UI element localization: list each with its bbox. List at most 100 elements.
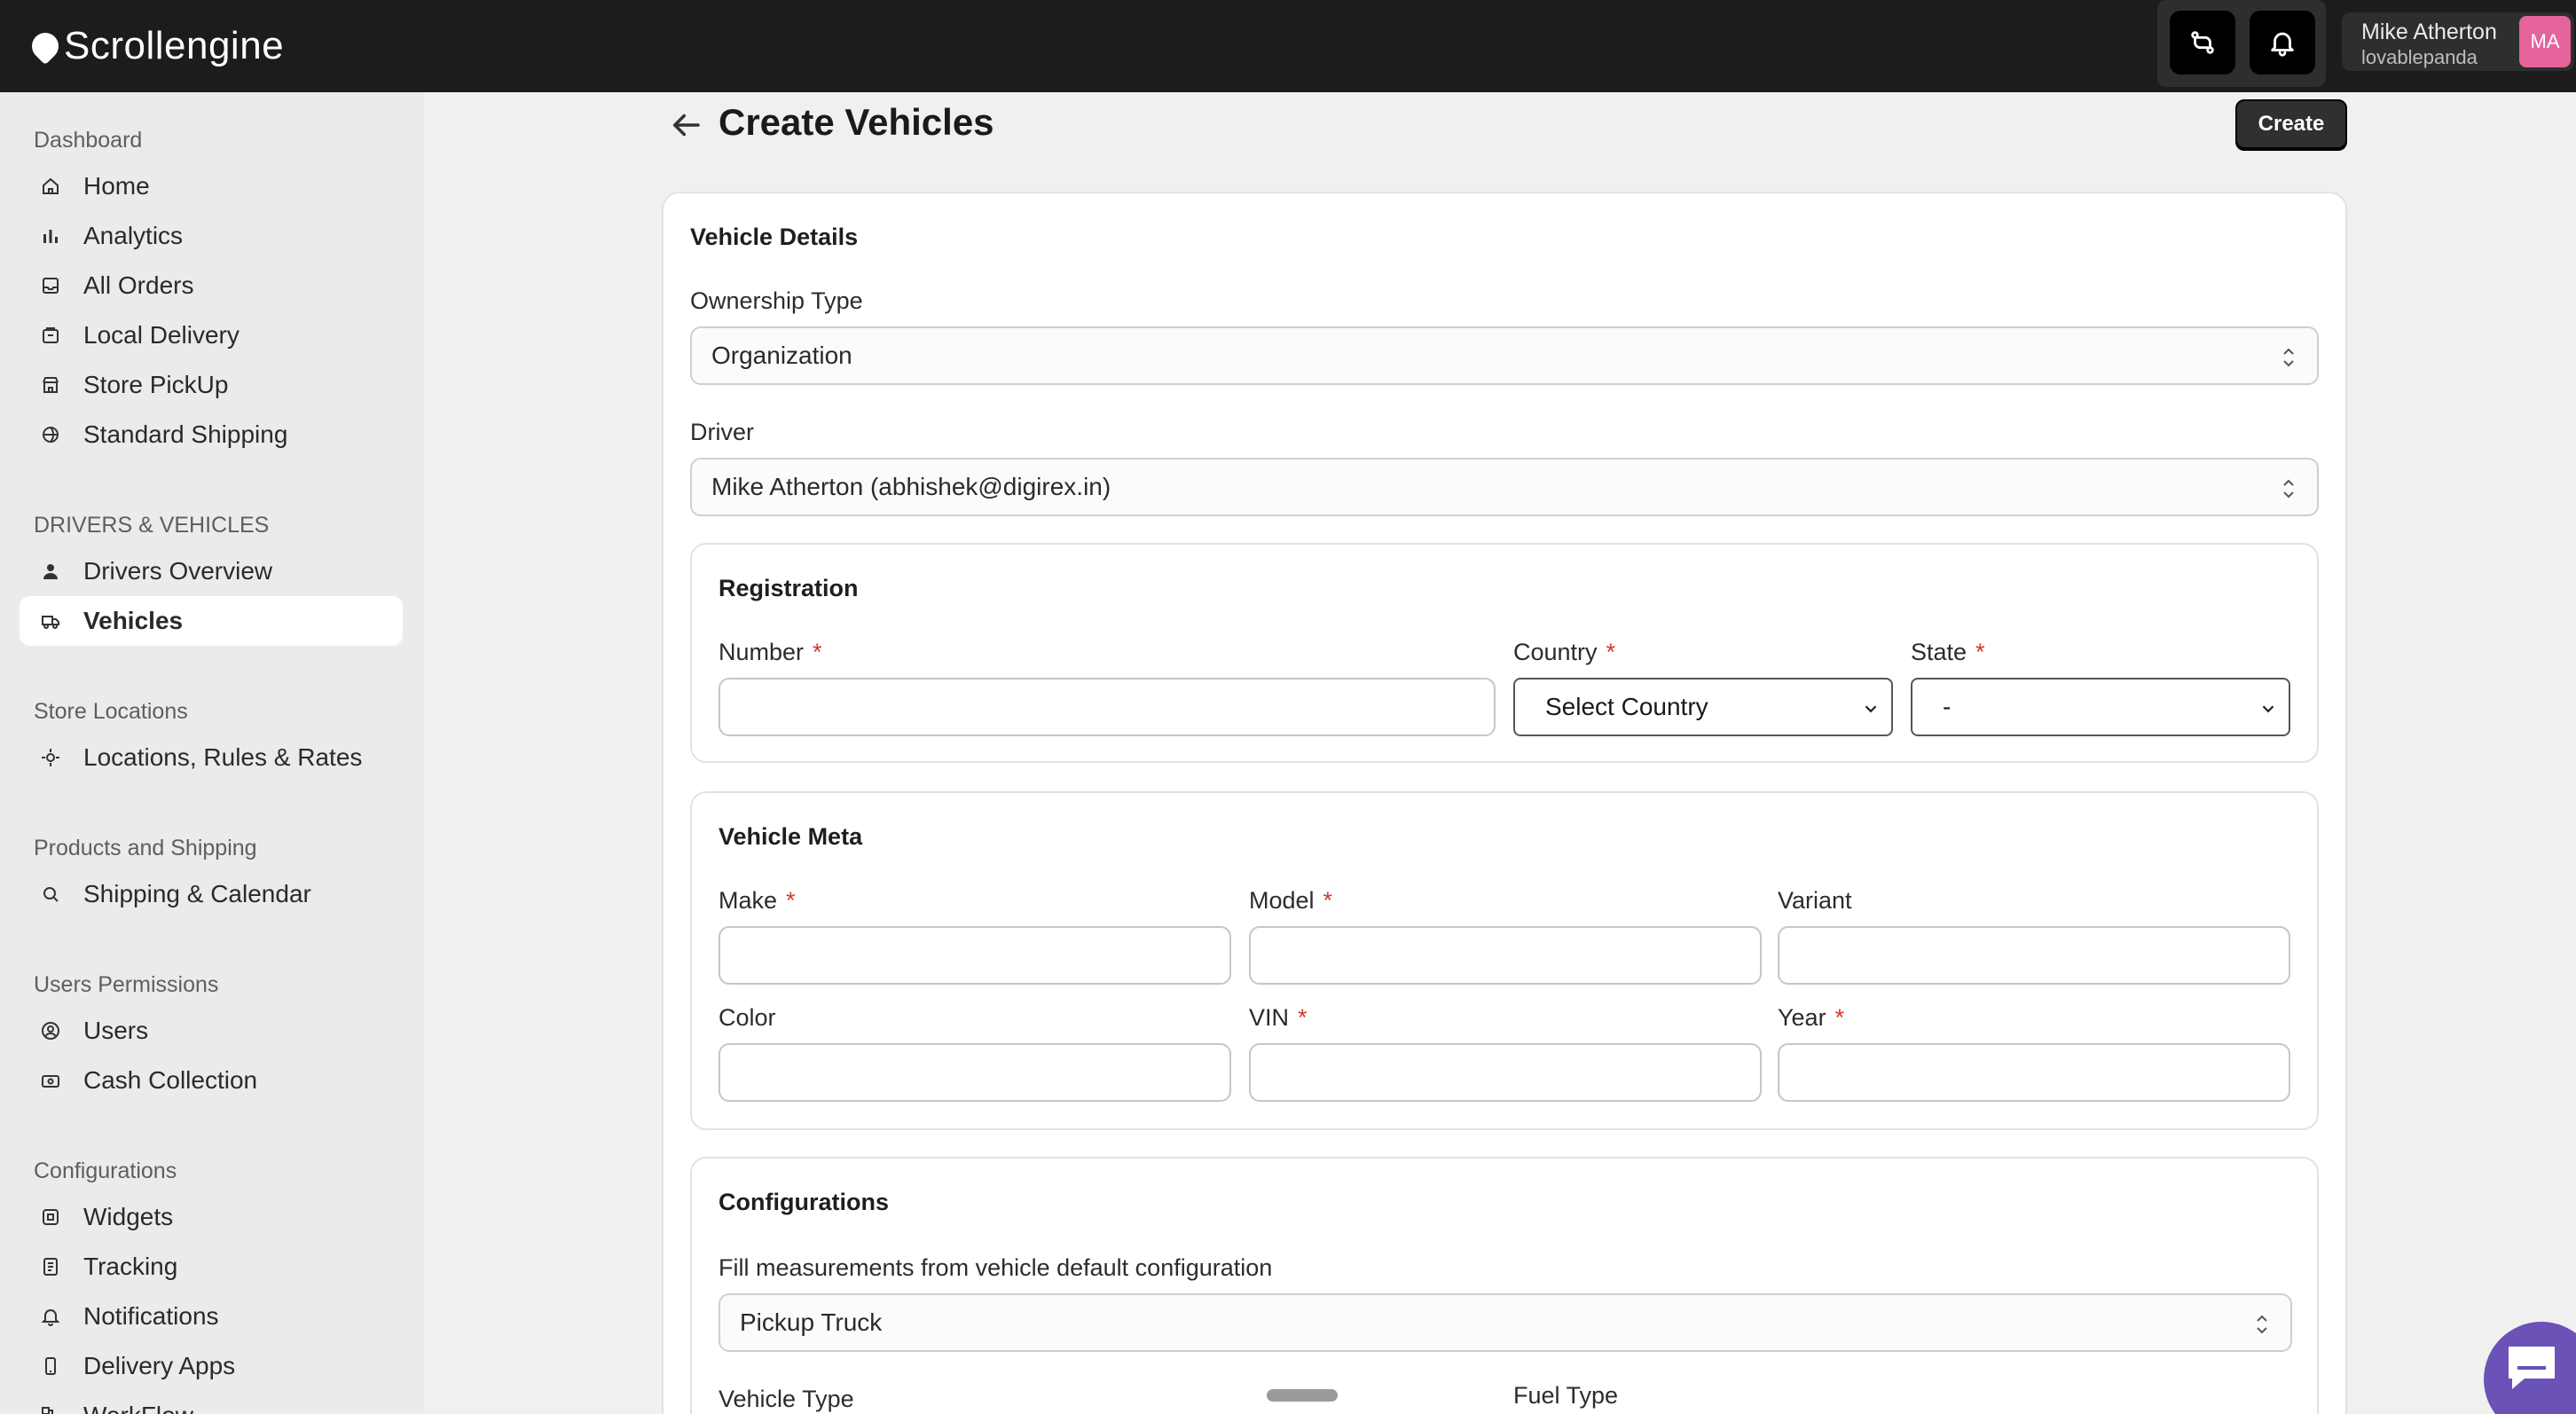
sidebar-section-title: Dashboard (34, 128, 143, 153)
sidebar-section-title: Products and Shipping (34, 836, 257, 860)
user-icon (39, 560, 62, 583)
cash-icon (39, 1069, 62, 1092)
default-configuration-value: Pickup Truck (740, 1308, 883, 1336)
vehicle-details-heading: Vehicle Details (690, 224, 859, 250)
sidebar-item-all-orders[interactable]: All Orders (20, 261, 403, 310)
state-select[interactable]: - (1911, 678, 2290, 736)
sidebar-item-label: Users (83, 1017, 149, 1044)
sidebar-item-label: Notifications (83, 1302, 219, 1330)
avatar[interactable]: MA (2519, 16, 2571, 67)
variant-label: Variant (1778, 887, 1852, 914)
configurations-heading: Configurations (719, 1189, 889, 1215)
sidebar-item-label: Home (83, 172, 150, 200)
sidebar-item-label: Cash Collection (83, 1066, 258, 1094)
sidebar-item-label: Store PickUp (83, 371, 229, 398)
country-label: Country * (1513, 639, 1615, 666)
ownership-type-label: Ownership Type (690, 287, 863, 314)
notifications-button[interactable] (2250, 11, 2315, 75)
box-icon (39, 324, 62, 347)
sidebar-item-label: Standard Shipping (83, 420, 288, 448)
bell-icon (2271, 32, 2294, 57)
sidebar-item-cash-collection[interactable]: Cash Collection (20, 1056, 403, 1105)
sidebar-item-tracking[interactable]: Tracking (20, 1242, 403, 1292)
color-label: Color (719, 1004, 776, 1031)
fuel-type-label: Fuel Type (1513, 1382, 1619, 1409)
ownership-type-select[interactable]: Organization (690, 326, 2319, 385)
sidebar-item-home[interactable]: Home (20, 161, 403, 211)
required-mark: * (1298, 1004, 1308, 1031)
sidebar-item-analytics[interactable]: Analytics (20, 211, 403, 261)
sidebar-item-label: Delivery Apps (83, 1352, 236, 1379)
create-button[interactable]: Create (2235, 99, 2347, 149)
user-menu[interactable]: Mike Atherton lovablepanda MA (2342, 12, 2574, 71)
required-mark: * (813, 639, 822, 665)
year-label-text: Year (1778, 1004, 1826, 1031)
user-handle: lovablepanda (2361, 46, 2478, 68)
sidebar-section-title: Store Locations (34, 699, 188, 724)
sidebar: Dashboard Home Analytics All Orders Loca… (0, 92, 424, 1414)
search-package-icon (39, 883, 62, 906)
configurations-card (690, 1157, 2319, 1414)
sidebar-section-title: Users Permissions (34, 972, 219, 997)
brand-logo[interactable]: Scrollengine (26, 20, 284, 73)
user-circle-icon (39, 1019, 62, 1042)
variant-input[interactable] (1778, 926, 2290, 985)
bell-icon (39, 1305, 62, 1328)
location-icon (39, 746, 62, 769)
default-configuration-select[interactable]: Pickup Truck (719, 1293, 2292, 1352)
sidebar-item-vehicles[interactable]: Vehicles (20, 596, 403, 646)
store-icon (39, 373, 62, 397)
sidebar-item-label: Locations, Rules & Rates (83, 743, 363, 771)
scroll-indicator (1267, 1389, 1338, 1402)
back-arrow-icon[interactable] (667, 106, 704, 144)
sidebar-item-local-delivery[interactable]: Local Delivery (20, 310, 403, 360)
required-mark: * (1834, 1004, 1845, 1031)
fill-measurements-label: Fill measurements from vehicle default c… (719, 1254, 1273, 1281)
phone-icon (39, 1355, 62, 1378)
chevron-down-icon (2262, 705, 2274, 713)
sidebar-item-label: Local Delivery (83, 321, 240, 349)
switch-button[interactable] (2170, 11, 2235, 75)
chat-button[interactable] (2484, 1322, 2576, 1414)
header-icon-group (2157, 0, 2326, 87)
home-icon (39, 175, 62, 198)
model-input[interactable] (1249, 926, 1762, 985)
sidebar-item-delivery-apps[interactable]: Delivery Apps (20, 1341, 403, 1391)
sidebar-item-workflow[interactable]: WorkFlow (20, 1391, 403, 1414)
color-input[interactable] (719, 1043, 1231, 1102)
chevron-up-down-icon (2283, 348, 2294, 367)
number-label: Number * (719, 639, 822, 666)
sidebar-section-title: Configurations (34, 1159, 177, 1183)
required-mark: * (1606, 639, 1616, 665)
user-name: Mike Atherton (2361, 20, 2497, 44)
sidebar-item-widgets[interactable]: Widgets (20, 1192, 403, 1242)
country-select[interactable]: Select Country (1513, 678, 1893, 736)
registration-heading: Registration (719, 575, 859, 601)
state-label-text: State (1911, 639, 1967, 665)
workflow-icon (39, 1404, 62, 1414)
top-bar: Scrollengine Mike Atherton lovablepanda … (0, 0, 2576, 92)
ownership-type-value: Organization (711, 342, 852, 369)
list-icon (39, 1255, 62, 1278)
state-value: - (1943, 693, 1952, 720)
sidebar-item-label: Tracking (83, 1253, 178, 1280)
year-input[interactable] (1778, 1043, 2290, 1102)
sidebar-item-label: Shipping & Calendar (83, 880, 311, 907)
chat-bubble-icon (2509, 1347, 2555, 1389)
driver-select[interactable]: Mike Atherton (abhishek@digirex.in) (690, 458, 2319, 516)
sidebar-item-users[interactable]: Users (20, 1006, 403, 1056)
sidebar-item-notifications[interactable]: Notifications (20, 1292, 403, 1341)
sidebar-item-drivers-overview[interactable]: Drivers Overview (20, 546, 403, 596)
sidebar-item-shipping-calendar[interactable]: Shipping & Calendar (20, 869, 403, 919)
make-label: Make * (719, 887, 796, 915)
driver-value: Mike Atherton (abhishek@digirex.in) (711, 473, 1111, 500)
make-input[interactable] (719, 926, 1231, 985)
registration-number-input[interactable] (719, 678, 1496, 736)
driver-label: Driver (690, 419, 754, 445)
vin-input[interactable] (1249, 1043, 1762, 1102)
inbox-icon (39, 274, 62, 297)
sidebar-item-label: Vehicles (83, 607, 184, 634)
sidebar-item-standard-shipping[interactable]: Standard Shipping (20, 410, 403, 460)
sidebar-item-store-pickup[interactable]: Store PickUp (20, 360, 403, 410)
sidebar-item-locations[interactable]: Locations, Rules & Rates (20, 733, 403, 782)
